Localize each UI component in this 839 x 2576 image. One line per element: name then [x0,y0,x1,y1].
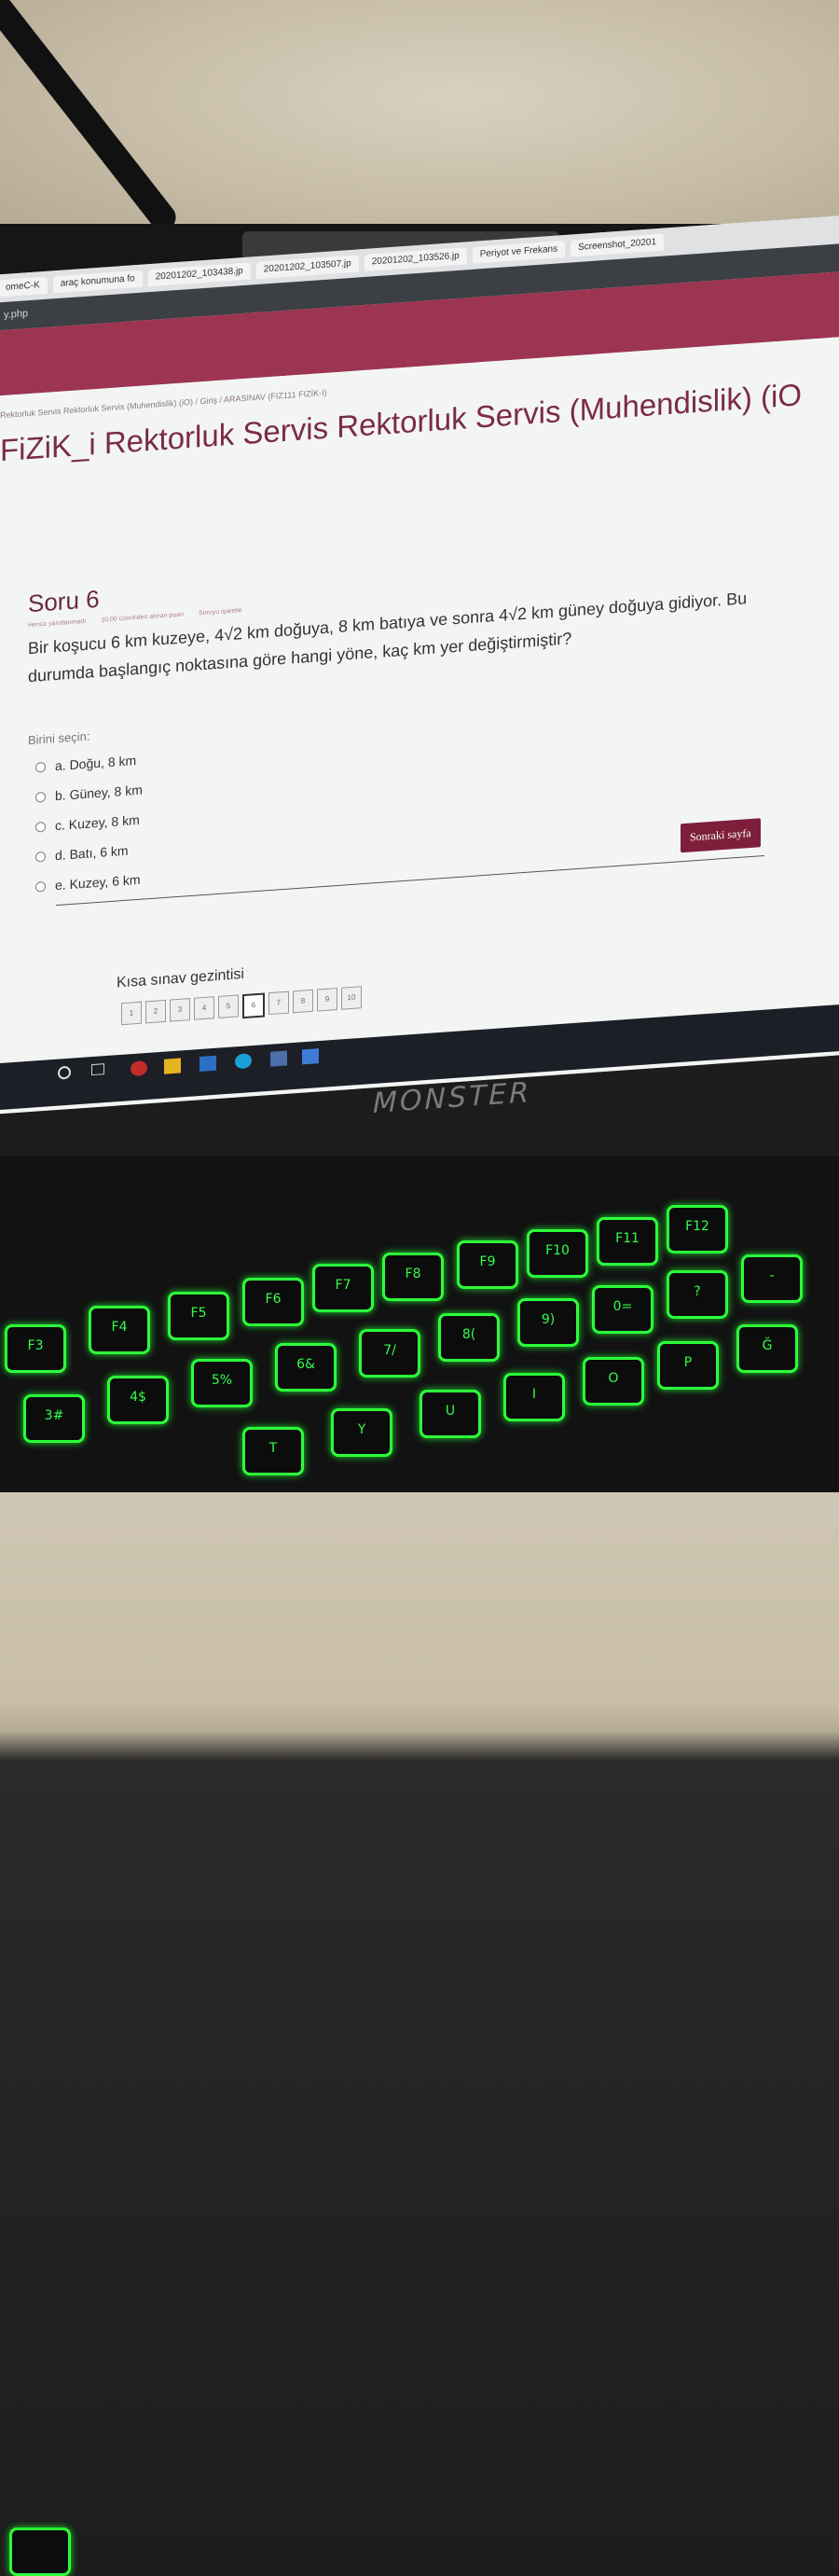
key-f8[interactable]: F8 [382,1253,444,1301]
question-block: Soru 6 Henüz yanıtlanmadı 10,00 üzerinde… [28,536,792,902]
question-status: Henüz yanıtlanmadı [28,617,87,630]
mail-icon[interactable] [199,1055,216,1073]
task-view-icon[interactable] [91,1063,104,1076]
search-icon[interactable] [58,1065,71,1080]
key-i[interactable]: I [503,1373,565,1421]
url-text: y.php [4,308,29,322]
radio-button[interactable] [35,821,46,833]
key-5[interactable]: 5% [191,1359,253,1407]
key[interactable] [9,2528,71,2576]
key-f12[interactable]: F12 [667,1205,728,1253]
browser-tab[interactable]: 20201202_103438.jp [147,262,251,287]
radio-button[interactable] [35,880,46,893]
browser-tab[interactable]: omeC-K [0,276,48,298]
key-y[interactable]: Y [331,1408,392,1457]
quiz-nav-page[interactable]: 7 [268,990,289,1016]
key-f6[interactable]: F6 [242,1278,304,1326]
browser-tab[interactable]: araç konumuna fo [52,270,143,294]
radio-button[interactable] [35,851,46,863]
key-0[interactable]: 0= [592,1285,653,1334]
radio-button[interactable] [35,761,46,773]
quiz-nav-page[interactable]: 4 [194,996,214,1020]
radio-button[interactable] [35,791,46,803]
browser-tab[interactable]: Screenshot_20201 [571,233,665,257]
background-wall [0,0,839,242]
flag-question-link[interactable]: Soruyu işaretle [199,607,242,616]
key-g-breve[interactable]: Ğ [736,1324,798,1373]
quiz-nav-page[interactable]: 3 [170,998,190,1022]
key-f10[interactable]: F10 [527,1229,588,1278]
next-page-button[interactable]: Sonraki sayfa [681,818,761,853]
key-4[interactable]: 4$ [107,1376,169,1424]
key-7[interactable]: 7/ [359,1329,420,1378]
key-f7[interactable]: F7 [312,1264,374,1312]
app-icon[interactable] [270,1050,287,1067]
key-f5[interactable]: F5 [168,1292,229,1340]
quiz-nav-page[interactable]: 1 [121,1001,142,1026]
browser-tab[interactable]: 20201202_103526.jp [364,247,467,271]
key-o[interactable]: O [583,1357,644,1406]
key-p[interactable]: P [657,1341,719,1390]
key-9[interactable]: 9) [517,1298,579,1347]
quiz-nav-page[interactable]: 10 [341,986,362,1010]
key-u[interactable]: U [420,1390,481,1438]
key-f3[interactable]: F3 [5,1324,66,1373]
browser-tab[interactable]: Periyot ve Frekans [472,240,566,264]
key-3[interactable]: 3# [23,1394,85,1443]
key-f11[interactable]: F11 [597,1217,658,1266]
folder-icon[interactable] [164,1058,181,1074]
quiz-nav-page-current[interactable]: 6 [242,992,265,1019]
word-icon[interactable] [302,1048,319,1065]
quiz-nav-page[interactable]: 2 [145,999,166,1024]
browser-icon[interactable] [235,1053,252,1070]
option-label: b. Güney, 8 km [55,782,143,804]
option-label: e. Kuzey, 6 km [55,871,141,893]
app-icon[interactable] [131,1059,147,1077]
key-minus[interactable]: - [741,1254,803,1303]
key-f4[interactable]: F4 [89,1306,150,1354]
key-8[interactable]: 8( [438,1313,500,1362]
option-label: c. Kuzey, 8 km [55,811,140,834]
quiz-nav-page[interactable]: 9 [317,987,337,1012]
option-label: a. Doğu, 8 km [55,753,137,774]
quiz-nav-page[interactable]: 5 [218,994,239,1018]
option-label: d. Batı, 6 km [55,842,129,864]
browser-tab[interactable]: 20201202_103507.jp [255,255,359,280]
key-f9[interactable]: F9 [457,1240,518,1289]
quiz-nav-page[interactable]: 8 [293,989,313,1014]
key-question[interactable]: ? [667,1270,728,1319]
key-6[interactable]: 6& [275,1343,337,1392]
question-points: 10,00 üzerinden alınan puan [101,611,185,624]
laptop-screen: omeC-K araç konumuna fo 20201202_103438.… [0,212,839,1115]
key-t[interactable]: T [242,1427,304,1475]
